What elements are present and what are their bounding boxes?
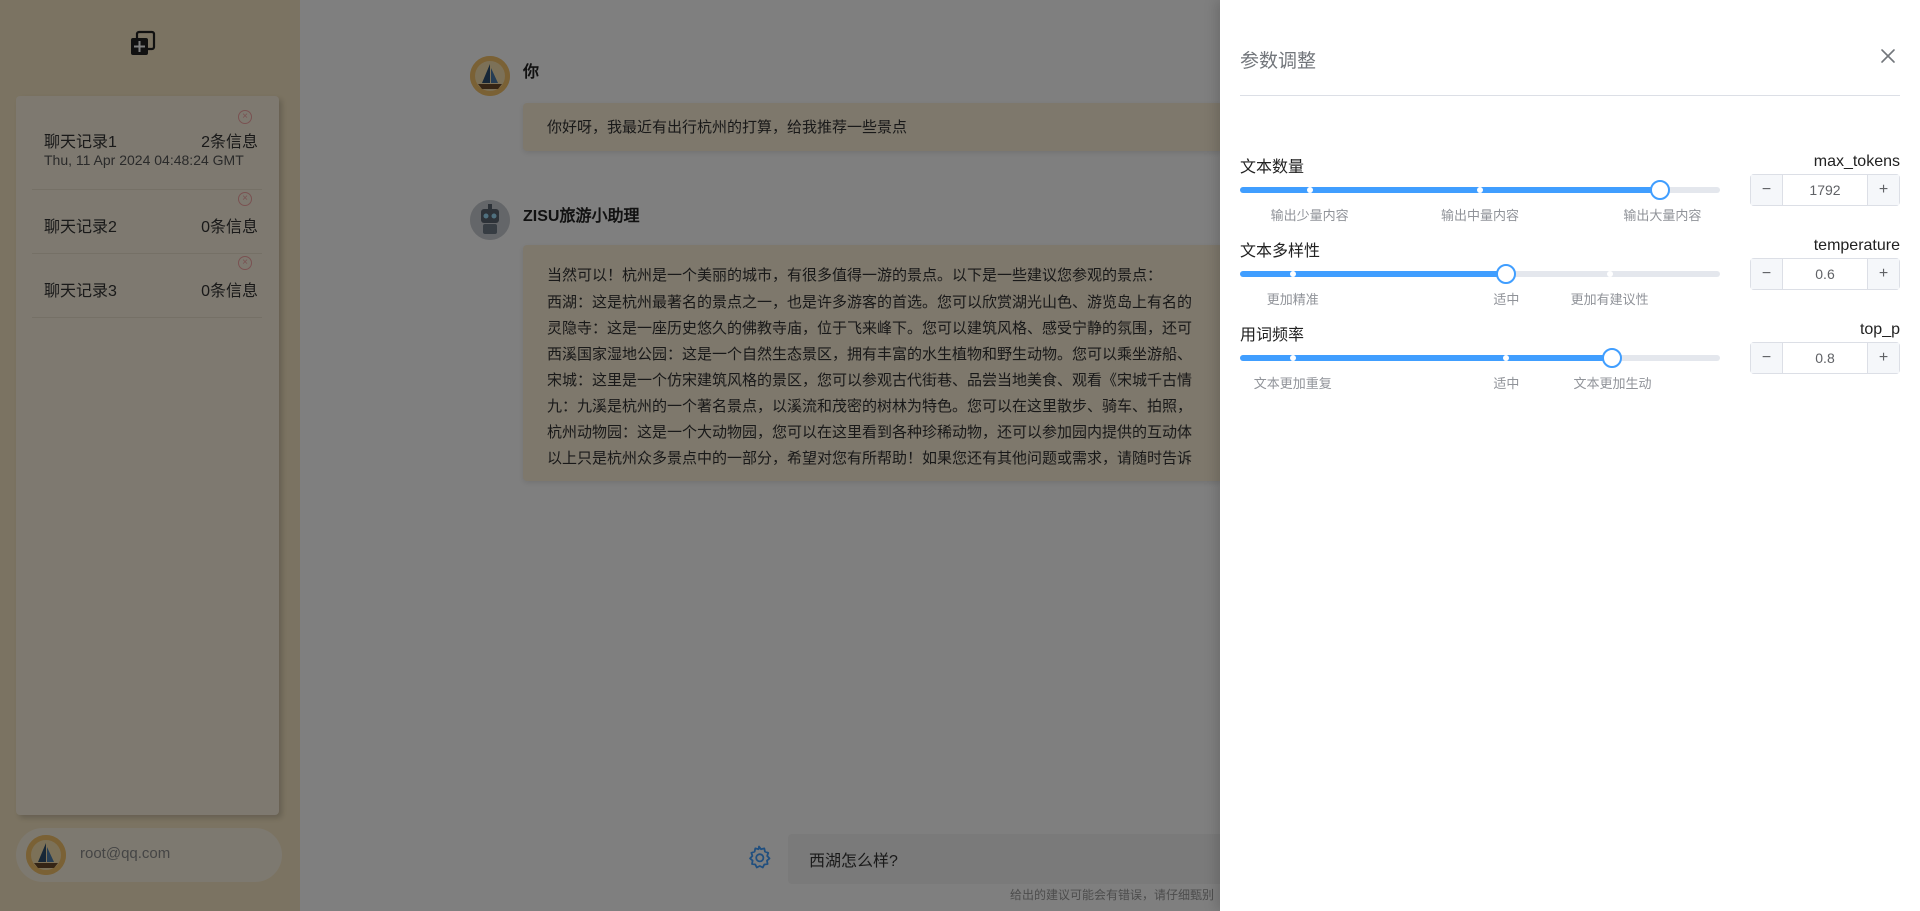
- close-icon[interactable]: [1880, 48, 1896, 64]
- modal-overlay[interactable]: [0, 0, 1220, 911]
- param-label: 文本多样性: [1240, 243, 1321, 260]
- slider-stop: [1477, 187, 1483, 193]
- slider-mark-label: 文本更加重复: [1253, 376, 1332, 391]
- param-slider[interactable]: [1240, 264, 1720, 284]
- slider-mark-label: 文本更加生动: [1573, 376, 1652, 391]
- param-stepper[interactable]: −1792 +: [1750, 174, 1900, 206]
- slider-mark-label: 适中: [1493, 376, 1520, 391]
- param-key: top_p: [1859, 321, 1900, 338]
- slider-mark-label: 更加有建议性: [1570, 292, 1649, 307]
- param-stepper[interactable]: −0.6 +: [1750, 258, 1900, 290]
- param-slider[interactable]: [1240, 348, 1720, 368]
- stepper-value[interactable]: 0.8: [1783, 343, 1867, 373]
- param-key: max_tokens: [1813, 153, 1900, 170]
- minus-icon[interactable]: −: [1751, 259, 1783, 289]
- slider-stop: [1289, 271, 1296, 277]
- slider-stop: [1306, 187, 1313, 193]
- slider-fill: [1240, 271, 1507, 277]
- plus-icon[interactable]: +: [1867, 259, 1899, 289]
- slider-fill: [1240, 187, 1660, 193]
- param-stepper[interactable]: −0.8 +: [1750, 342, 1900, 374]
- slider-stop: [1606, 271, 1613, 277]
- minus-icon[interactable]: −: [1751, 175, 1783, 205]
- param-slider[interactable]: [1240, 180, 1720, 200]
- slider-thumb[interactable]: [1496, 264, 1517, 284]
- plus-icon[interactable]: +: [1867, 343, 1899, 373]
- slider-stop: [1289, 355, 1296, 361]
- slider-mark-label: 输出中量内容: [1440, 208, 1520, 223]
- slider-fill: [1240, 355, 1613, 361]
- stepper-value[interactable]: 0.6: [1783, 259, 1867, 289]
- slider-mark-label: 更加精准: [1266, 292, 1319, 307]
- slider-mark-label: 输出少量内容: [1270, 208, 1349, 223]
- slider-mark-label: 输出大量内容: [1623, 208, 1702, 223]
- param-drawer: 参数调整 文本数量 max_tokens 输出少量内容 输出中量内容 输出大量内容 −17…: [1220, 0, 1920, 911]
- slider-thumb[interactable]: [1602, 348, 1623, 368]
- minus-icon[interactable]: −: [1751, 343, 1783, 373]
- slider-thumb[interactable]: [1650, 180, 1670, 200]
- slider-mark-label: 适中: [1493, 292, 1520, 307]
- stepper-value[interactable]: 1792: [1783, 175, 1867, 205]
- param-label: 用词频率: [1240, 327, 1305, 344]
- plus-icon[interactable]: +: [1867, 175, 1899, 205]
- param-key: temperature: [1813, 237, 1900, 254]
- param-label: 文本数量: [1240, 159, 1305, 176]
- drawer-title: 参数调整: [1240, 51, 1317, 72]
- drawer-divider: [1240, 95, 1900, 96]
